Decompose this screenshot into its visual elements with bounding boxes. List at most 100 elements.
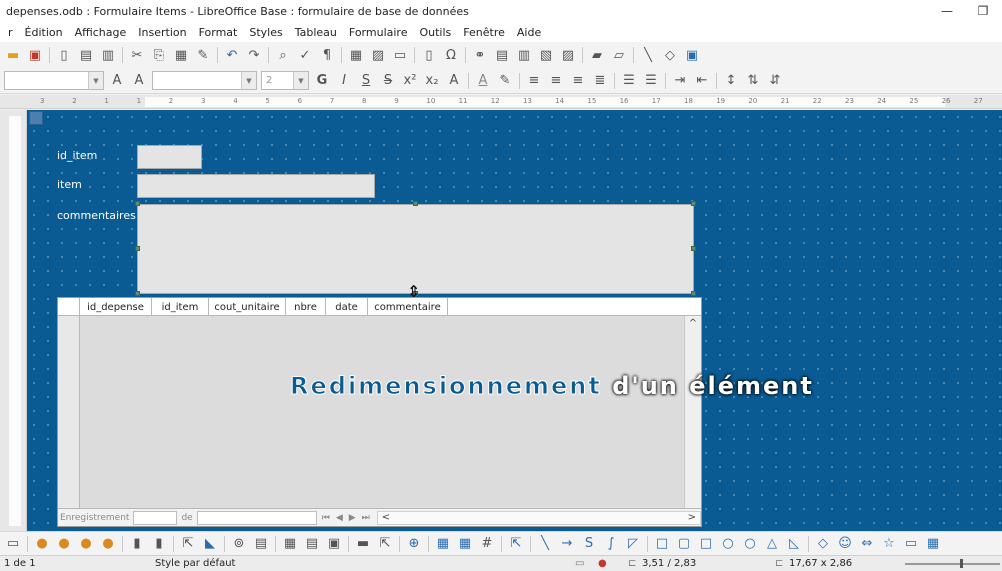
- basic-shapes-icon[interactable]: ◇: [660, 45, 680, 65]
- column-header[interactable]: id_depense: [80, 298, 152, 316]
- cross-reference-icon[interactable]: ▨: [558, 45, 578, 65]
- triangle-icon[interactable]: △: [762, 534, 782, 554]
- line-icon[interactable]: ╲: [638, 45, 658, 65]
- form-controls-icon[interactable]: ●: [32, 534, 52, 554]
- resize-handle-top-left[interactable]: [135, 201, 140, 206]
- right-triangle-icon[interactable]: ◺: [784, 534, 804, 554]
- control-properties-icon[interactable]: ⊚: [229, 534, 249, 554]
- record-number-input[interactable]: [133, 510, 178, 525]
- draw-functions-icon[interactable]: ▣: [682, 45, 702, 65]
- digital-signature-icon[interactable]: ●: [598, 558, 607, 569]
- new-style-icon[interactable]: A: [129, 71, 149, 91]
- align-center-icon[interactable]: ≡: [546, 71, 566, 91]
- form-navigator-icon[interactable]: ●: [54, 534, 74, 554]
- insert-textbox-icon[interactable]: ▭: [390, 45, 410, 65]
- print-icon[interactable]: ▤: [76, 45, 96, 65]
- basic-shapes-icon[interactable]: ◇: [813, 534, 833, 554]
- paragraph-style-combo[interactable]: ▼: [4, 71, 104, 90]
- resize-handle-top[interactable]: [413, 201, 418, 206]
- ellipse-icon[interactable]: ○: [718, 534, 738, 554]
- flowchart-icon[interactable]: ▦: [923, 534, 943, 554]
- update-style-icon[interactable]: A: [107, 71, 127, 91]
- footnote-icon[interactable]: ▤: [492, 45, 512, 65]
- stars-icon[interactable]: ☆: [879, 534, 899, 554]
- previous-record-icon[interactable]: ◀: [336, 513, 343, 523]
- horizontal-scrollbar[interactable]: < >: [376, 510, 701, 525]
- curve-icon[interactable]: S: [579, 534, 599, 554]
- decrease-indent-icon[interactable]: ⇤: [692, 71, 712, 91]
- first-record-icon[interactable]: ⏮: [322, 513, 330, 523]
- menu-insertion[interactable]: Insertion: [132, 26, 192, 39]
- menu-edition[interactable]: Édition: [19, 26, 69, 39]
- grid-body[interactable]: [80, 316, 684, 508]
- bold-icon[interactable]: G: [312, 71, 332, 91]
- callouts-icon[interactable]: ▭: [901, 534, 921, 554]
- position-size-icon[interactable]: ⊕: [404, 534, 424, 554]
- font-name-combo[interactable]: ▼: [152, 71, 257, 90]
- italic-icon[interactable]: I: [334, 71, 354, 91]
- open-design-mode-icon[interactable]: ▮: [149, 534, 169, 554]
- add-field-icon[interactable]: ●: [98, 534, 118, 554]
- line-spacing-icon[interactable]: ↕: [721, 71, 741, 91]
- resize-handle-top-right[interactable]: [691, 201, 696, 206]
- design-mode-icon[interactable]: ◣: [200, 534, 220, 554]
- minimize-button[interactable]: —: [930, 0, 964, 22]
- highlight-color-icon[interactable]: ✎: [495, 71, 515, 91]
- comment-icon[interactable]: ▰: [587, 45, 607, 65]
- select-arrow-icon[interactable]: ⇱: [506, 534, 526, 554]
- restore-button[interactable]: ❐: [966, 0, 1000, 22]
- column-header[interactable]: id_item: [152, 298, 209, 316]
- form-properties-icon[interactable]: ●: [76, 534, 96, 554]
- track-changes-icon[interactable]: ▱: [609, 45, 629, 65]
- scroll-up-icon[interactable]: ^: [685, 318, 701, 329]
- scroll-right-icon[interactable]: >: [688, 512, 696, 523]
- column-header[interactable]: date: [326, 298, 368, 316]
- scroll-left-icon[interactable]: <: [382, 512, 390, 523]
- subscript-icon[interactable]: x₂: [422, 71, 442, 91]
- find-replace-icon[interactable]: ⌕: [273, 45, 293, 65]
- symbol-shapes-icon[interactable]: ☺: [835, 534, 855, 554]
- last-record-icon[interactable]: ⏭: [362, 513, 370, 523]
- square-icon[interactable]: □: [696, 534, 716, 554]
- display-grid-icon[interactable]: ▦: [433, 534, 453, 554]
- menu-fenetre[interactable]: Fenêtre: [457, 26, 511, 39]
- menu-outils[interactable]: Outils: [413, 26, 457, 39]
- line-icon[interactable]: ╲: [535, 534, 555, 554]
- clear-formatting-icon[interactable]: A: [444, 71, 464, 91]
- add-field-list-icon[interactable]: ▦: [280, 534, 300, 554]
- vertical-scrollbar[interactable]: ^: [684, 316, 701, 508]
- menu-affichage[interactable]: Affichage: [69, 26, 133, 39]
- paste-icon[interactable]: ▦: [171, 45, 191, 65]
- page-style[interactable]: Style par défaut: [155, 558, 235, 569]
- automatic-focus-icon[interactable]: ⇱: [375, 534, 395, 554]
- numbering-icon[interactable]: ☰: [641, 71, 661, 91]
- row-selector-column[interactable]: [58, 316, 80, 508]
- next-record-icon[interactable]: ▶: [349, 513, 356, 523]
- insert-special-char-icon[interactable]: Ω: [441, 45, 461, 65]
- insert-table-icon[interactable]: ▦: [346, 45, 366, 65]
- bookmark-icon[interactable]: ▧: [536, 45, 556, 65]
- table-control[interactable]: id_depense id_item cout_unitaire nbre da…: [57, 297, 702, 527]
- decrease-spacing-icon[interactable]: ⇵: [765, 71, 785, 91]
- print-preview-icon[interactable]: ▥: [98, 45, 118, 65]
- undo-icon[interactable]: ↶: [222, 45, 242, 65]
- polygon-icon[interactable]: ◸: [623, 534, 643, 554]
- activation-order-icon[interactable]: ▮: [127, 534, 147, 554]
- zoom-slider-knob[interactable]: [960, 559, 963, 568]
- cut-icon[interactable]: ✂: [127, 45, 147, 65]
- font-size-combo[interactable]: 2 ▼: [261, 71, 309, 90]
- resize-handle-right[interactable]: [691, 246, 696, 251]
- formatting-marks-icon[interactable]: ¶: [317, 45, 337, 65]
- form-canvas[interactable]: id_item item commentaires id_depense id_…: [27, 110, 1002, 531]
- open-in-design-icon[interactable]: ▣: [324, 534, 344, 554]
- form-icon[interactable]: ▤: [251, 534, 271, 554]
- open-folder-icon[interactable]: ▬: [3, 45, 23, 65]
- increase-indent-icon[interactable]: ⇥: [670, 71, 690, 91]
- select-icon[interactable]: ⇱: [178, 534, 198, 554]
- tab-order-icon[interactable]: ▤: [302, 534, 322, 554]
- rectangle-icon[interactable]: □: [652, 534, 672, 554]
- menu-tableau[interactable]: Tableau: [289, 26, 343, 39]
- spelling-icon[interactable]: ✓: [295, 45, 315, 65]
- anchor-icon[interactable]: [29, 111, 43, 125]
- insert-image-icon[interactable]: ▨: [368, 45, 388, 65]
